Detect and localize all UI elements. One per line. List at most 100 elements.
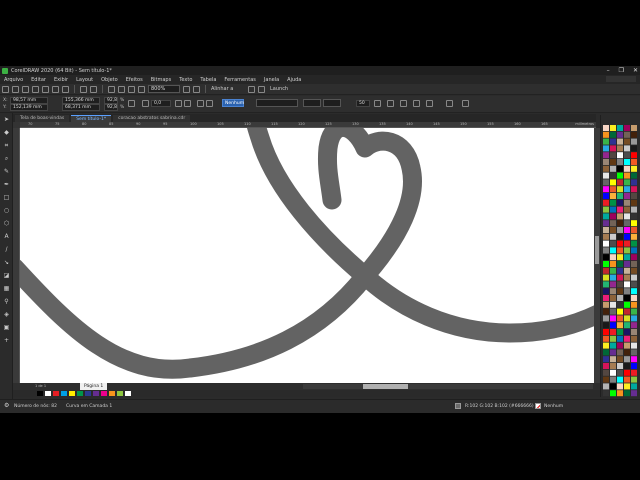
new-document-icon[interactable] bbox=[2, 85, 9, 93]
smart-fill-tool-icon[interactable]: ▣ bbox=[3, 324, 10, 331]
color-swatch[interactable] bbox=[617, 159, 623, 165]
color-swatch[interactable] bbox=[603, 179, 609, 186]
color-swatch[interactable] bbox=[617, 172, 623, 179]
color-swatch[interactable] bbox=[631, 159, 637, 165]
color-swatch[interactable] bbox=[603, 145, 609, 152]
palette-swatch[interactable] bbox=[101, 391, 107, 396]
freehand-tool-icon[interactable]: ✎ bbox=[3, 168, 10, 175]
color-swatch[interactable] bbox=[603, 363, 609, 369]
color-swatch[interactable] bbox=[617, 138, 623, 145]
color-swatch[interactable] bbox=[610, 131, 616, 138]
color-swatch[interactable] bbox=[603, 131, 609, 138]
color-swatch[interactable] bbox=[631, 261, 637, 267]
color-swatch[interactable] bbox=[624, 131, 630, 138]
color-swatch[interactable] bbox=[610, 329, 616, 335]
color-swatch[interactable] bbox=[624, 274, 630, 281]
shape-tool-icon[interactable]: ◆ bbox=[3, 129, 10, 136]
menu-ferramentas[interactable]: Ferramentas bbox=[224, 77, 256, 83]
color-swatch[interactable] bbox=[603, 274, 609, 281]
scale-width-field[interactable]: 92,8 bbox=[104, 97, 118, 104]
color-swatch[interactable] bbox=[631, 206, 637, 213]
color-swatch[interactable] bbox=[631, 247, 637, 254]
drawing-canvas[interactable] bbox=[20, 128, 594, 383]
color-swatch[interactable] bbox=[631, 233, 637, 240]
color-swatch[interactable] bbox=[624, 383, 630, 390]
options-gear-icon[interactable] bbox=[248, 85, 255, 93]
color-swatch[interactable] bbox=[631, 138, 637, 145]
color-swatch[interactable] bbox=[610, 369, 616, 376]
convert-curve-icon[interactable] bbox=[413, 100, 420, 107]
scale-height-field[interactable]: 92,8 bbox=[104, 104, 118, 111]
menu-arquivo[interactable]: Arquivo bbox=[4, 77, 23, 83]
color-swatch[interactable] bbox=[624, 159, 630, 165]
color-swatch[interactable] bbox=[617, 342, 623, 349]
color-swatch[interactable] bbox=[603, 220, 609, 227]
vertical-scroll-thumb[interactable] bbox=[595, 236, 599, 264]
color-swatch[interactable] bbox=[624, 369, 630, 376]
palette-swatch[interactable] bbox=[69, 391, 75, 396]
interactive-fill-tool-icon[interactable]: ◈ bbox=[3, 311, 10, 318]
add-property-icon[interactable] bbox=[446, 100, 453, 107]
color-swatch[interactable] bbox=[610, 281, 616, 288]
color-swatch[interactable] bbox=[610, 145, 616, 152]
color-swatch[interactable] bbox=[617, 376, 623, 383]
color-swatch[interactable] bbox=[610, 165, 616, 172]
color-swatch[interactable] bbox=[610, 335, 616, 342]
color-swatch[interactable] bbox=[603, 240, 609, 247]
color-swatch[interactable] bbox=[603, 369, 609, 376]
color-swatch[interactable] bbox=[624, 301, 630, 308]
color-swatch[interactable] bbox=[617, 125, 623, 131]
color-swatch[interactable] bbox=[624, 233, 630, 240]
color-swatch[interactable] bbox=[631, 383, 637, 390]
color-swatch[interactable] bbox=[624, 342, 630, 349]
color-swatch[interactable] bbox=[617, 233, 623, 240]
color-swatch[interactable] bbox=[631, 199, 637, 206]
color-swatch[interactable] bbox=[617, 186, 623, 193]
palette-swatch[interactable] bbox=[37, 391, 43, 396]
color-swatch[interactable] bbox=[624, 138, 630, 145]
color-swatch[interactable] bbox=[617, 356, 623, 363]
color-swatch[interactable] bbox=[631, 165, 637, 172]
menu-exibir[interactable]: Exibir bbox=[54, 77, 68, 83]
color-swatch[interactable] bbox=[603, 165, 609, 172]
color-swatch[interactable] bbox=[624, 267, 630, 274]
color-swatch[interactable] bbox=[624, 308, 630, 315]
color-swatch[interactable] bbox=[617, 131, 623, 138]
color-swatch[interactable] bbox=[631, 349, 637, 356]
color-swatch[interactable] bbox=[624, 145, 630, 152]
color-swatch[interactable] bbox=[610, 342, 616, 349]
color-swatch[interactable] bbox=[603, 281, 609, 288]
quick-customize-box[interactable] bbox=[606, 76, 636, 82]
connector-tool-icon[interactable]: ↘ bbox=[3, 259, 10, 266]
color-swatch[interactable] bbox=[624, 349, 630, 356]
miter-limit-field[interactable]: 50 bbox=[356, 100, 370, 107]
color-swatch[interactable] bbox=[617, 220, 623, 227]
color-swatch[interactable] bbox=[610, 349, 616, 356]
color-swatch[interactable] bbox=[624, 363, 630, 369]
color-swatch[interactable] bbox=[624, 254, 630, 261]
color-swatch[interactable] bbox=[631, 125, 637, 131]
page-1-tab[interactable]: Página 1 bbox=[80, 383, 108, 390]
color-swatch[interactable] bbox=[624, 390, 630, 397]
color-swatch[interactable] bbox=[610, 322, 616, 329]
color-swatch[interactable] bbox=[610, 220, 616, 227]
color-swatch[interactable] bbox=[603, 267, 609, 274]
vertical-ruler[interactable] bbox=[13, 128, 20, 383]
palette-swatch[interactable] bbox=[61, 391, 67, 396]
color-swatch[interactable] bbox=[624, 356, 630, 363]
add-tool-icon[interactable]: + bbox=[3, 337, 10, 344]
color-swatch[interactable] bbox=[617, 193, 623, 199]
color-swatch[interactable] bbox=[624, 186, 630, 193]
menu-efeitos[interactable]: Efeitos bbox=[126, 77, 143, 83]
color-swatch[interactable] bbox=[610, 206, 616, 213]
color-swatch[interactable] bbox=[631, 288, 637, 295]
color-swatch[interactable] bbox=[603, 301, 609, 308]
color-swatch[interactable] bbox=[617, 349, 623, 356]
menu-tabela[interactable]: Tabela bbox=[200, 77, 216, 83]
color-swatch[interactable] bbox=[631, 376, 637, 383]
color-swatch[interactable] bbox=[610, 254, 616, 261]
color-swatch[interactable] bbox=[610, 213, 616, 220]
mirror-vertical-icon[interactable] bbox=[184, 100, 191, 107]
start-arrow-select[interactable] bbox=[303, 99, 321, 107]
color-swatch[interactable] bbox=[624, 206, 630, 213]
